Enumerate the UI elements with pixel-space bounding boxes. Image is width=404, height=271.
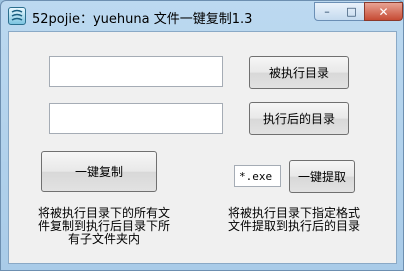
app-window: 52pojie：yuehuna 文件一键复制1.3 – □ ✕ 被执行目录 执行… [0, 0, 404, 271]
target-dir-input[interactable] [49, 103, 223, 134]
source-dir-input[interactable] [49, 56, 223, 87]
extract-description-line: 文件提取到执行后的目录 [227, 219, 360, 233]
app-icon [8, 7, 26, 25]
client-area: 被执行目录 执行后的目录 一键复制 一键提取 将被执行目录下的所有文 件复制到执… [8, 31, 397, 264]
maximize-button[interactable]: □ [339, 2, 365, 21]
minimize-button[interactable]: – [314, 2, 340, 21]
copy-description: 将被执行目录下的所有文 件复制到执行后目录下所 有子文件夹内 [29, 207, 179, 246]
source-dir-button[interactable]: 被执行目录 [249, 56, 349, 89]
target-dir-button[interactable]: 执行后的目录 [249, 102, 349, 135]
copy-description-line: 有子文件夹内 [67, 232, 140, 246]
title-bar[interactable]: 52pojie：yuehuna 文件一键复制1.3 – □ ✕ [1, 1, 403, 31]
close-icon: ✕ [378, 4, 389, 19]
copy-button[interactable]: 一键复制 [41, 151, 157, 192]
maximize-icon: □ [346, 5, 357, 18]
close-button[interactable]: ✕ [364, 2, 403, 21]
minimize-icon: – [324, 5, 330, 18]
extract-button[interactable]: 一键提取 [289, 160, 355, 193]
extract-description: 将被执行目录下指定格式 文件提取到执行后的目录 [219, 207, 369, 233]
extension-input[interactable] [234, 165, 281, 187]
window-title: 52pojie：yuehuna 文件一键复制1.3 [32, 12, 253, 27]
